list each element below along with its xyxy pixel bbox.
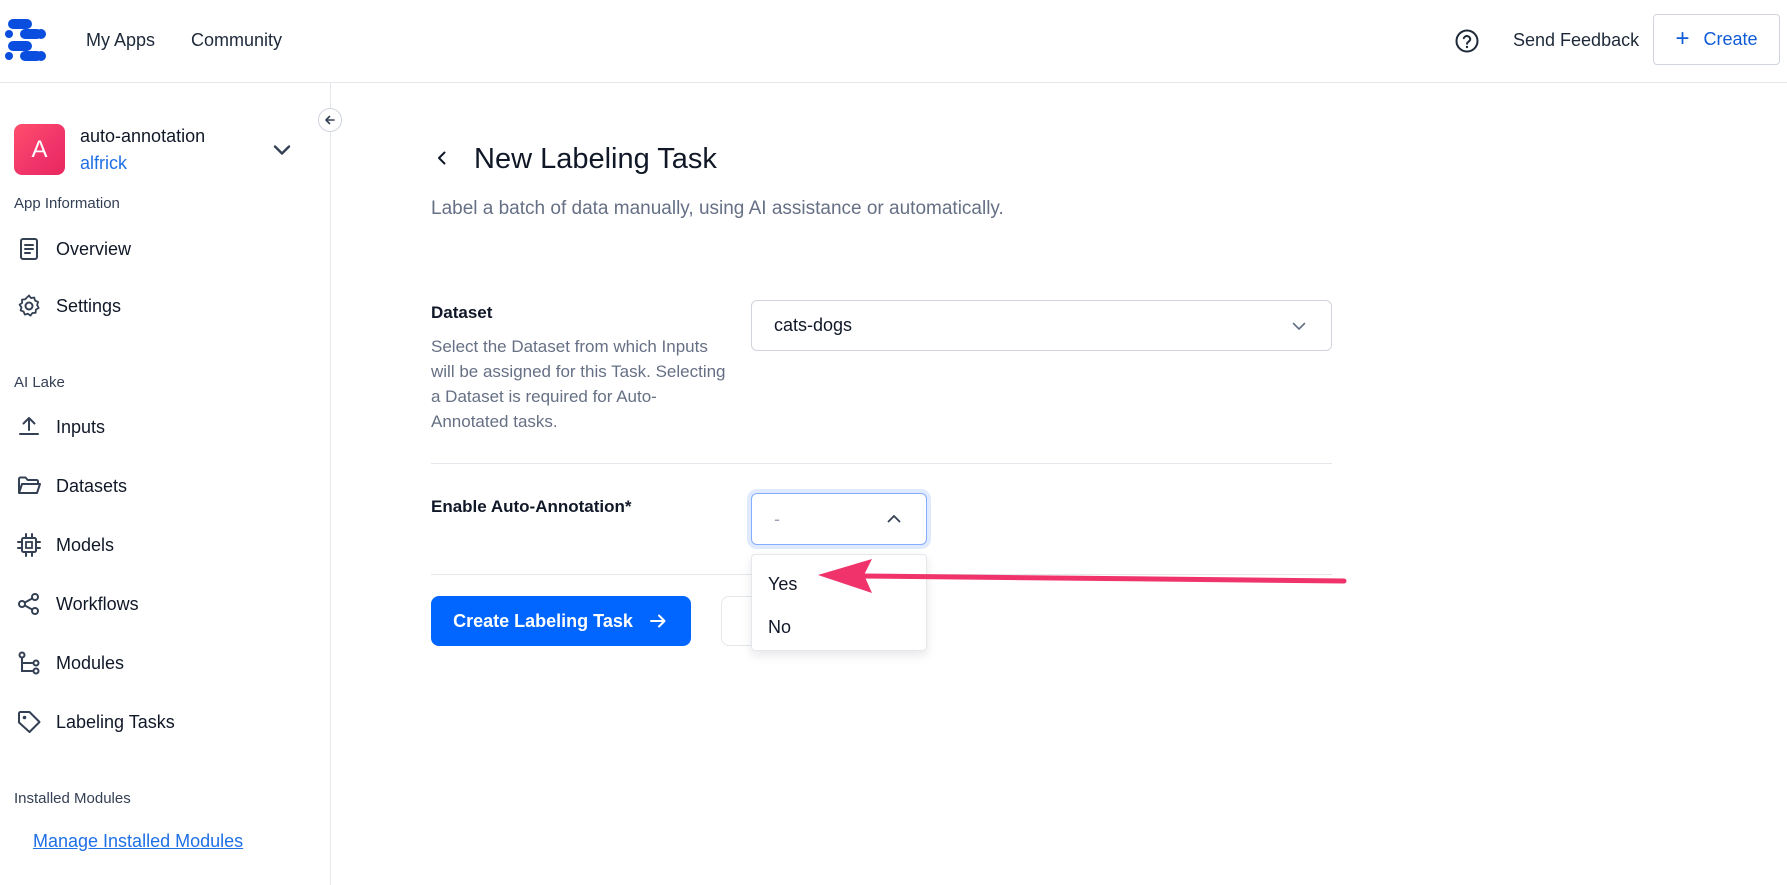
create-labeling-task-button[interactable]: Create Labeling Task <box>431 596 691 646</box>
sidebar-item-label: Inputs <box>56 416 106 437</box>
option-yes[interactable]: Yes <box>768 572 797 596</box>
back-chevron-icon[interactable] <box>430 146 454 170</box>
dataset-select-value: cats-dogs <box>774 315 853 335</box>
chevron-down-icon[interactable] <box>270 138 294 162</box>
sidebar-item-label: Workflows <box>56 593 139 614</box>
folder-icon <box>18 476 41 494</box>
sidebar-item-label: Datasets <box>56 475 128 496</box>
dataset-label: Dataset <box>431 303 493 322</box>
top-navigation: My Apps Community Send Feedback + Create <box>0 0 1787 83</box>
section-installed-modules: Installed Modules <box>14 790 131 807</box>
arrow-left-icon <box>325 115 335 125</box>
sidebar-item-modules[interactable]: Modules <box>16 645 316 681</box>
sidebar: A auto-annotation alfrick App Informatio… <box>0 83 331 885</box>
sidebar-item-label: Overview <box>56 238 132 259</box>
sidebar-item-label: Models <box>56 534 115 555</box>
create-button[interactable]: + Create <box>1653 14 1780 65</box>
sidebar-item-workflows[interactable]: Workflows <box>16 586 316 622</box>
dataset-description: Select the Dataset from which Inputs wil… <box>431 337 726 431</box>
sidebar-item-datasets[interactable]: Datasets <box>16 468 316 504</box>
arrow-right-icon <box>649 614 666 628</box>
tag-icon <box>18 711 41 733</box>
chip-icon <box>17 533 41 557</box>
sidebar-item-labeling-tasks[interactable]: Labeling Tasks <box>16 704 316 740</box>
sidebar-item-label: Modules <box>56 652 125 673</box>
share-icon <box>18 593 39 615</box>
sidebar-item-models[interactable]: Models <box>16 527 316 563</box>
gear-icon <box>18 294 40 317</box>
sidebar-item-label: Settings <box>56 295 122 316</box>
section-ai-lake: AI Lake <box>14 374 65 391</box>
tree-icon <box>18 651 40 675</box>
sidebar-item-inputs[interactable]: Inputs <box>16 409 316 445</box>
document-icon <box>20 238 38 260</box>
dataset-select[interactable]: cats-dogs <box>751 300 1332 351</box>
nav-community[interactable]: Community <box>191 28 282 52</box>
auto-annotation-dropdown-menu: Yes No <box>751 554 927 651</box>
section-app-information: App Information <box>14 195 120 212</box>
sidebar-item-label: Labeling Tasks <box>56 711 175 732</box>
create-button-label: Create <box>1703 29 1758 49</box>
collapse-sidebar-button[interactable] <box>318 108 342 132</box>
sidebar-item-overview[interactable]: Overview <box>16 231 316 267</box>
chevron-up-icon <box>887 515 901 523</box>
plus-icon: + <box>1675 24 1690 52</box>
sidebar-item-settings[interactable]: Settings <box>16 288 316 324</box>
send-feedback-link[interactable]: Send Feedback <box>1513 28 1639 52</box>
app-avatar: A <box>14 124 65 175</box>
clarifai-logo-icon[interactable] <box>4 18 50 62</box>
auto-annotation-label: Enable Auto-Annotation* <box>431 497 632 516</box>
auto-annotation-select[interactable]: - <box>751 493 927 545</box>
app-owner-link[interactable]: alfrick <box>80 151 127 175</box>
app-name: auto-annotation <box>80 126 206 146</box>
divider <box>431 463 1332 464</box>
nav-my-apps[interactable]: My Apps <box>86 28 155 52</box>
option-no[interactable]: No <box>768 615 791 639</box>
create-labeling-task-label: Create Labeling Task <box>453 610 633 631</box>
manage-installed-modules-link[interactable]: Manage Installed Modules <box>33 831 243 852</box>
page-title: New Labeling Task <box>474 143 717 175</box>
upload-icon <box>19 417 39 435</box>
page-subtitle: Label a batch of data manually, using AI… <box>431 198 1004 219</box>
auto-annotation-select-value: - <box>774 508 780 529</box>
chevron-down-icon <box>1292 322 1306 330</box>
help-circle-icon[interactable] <box>1454 28 1480 54</box>
